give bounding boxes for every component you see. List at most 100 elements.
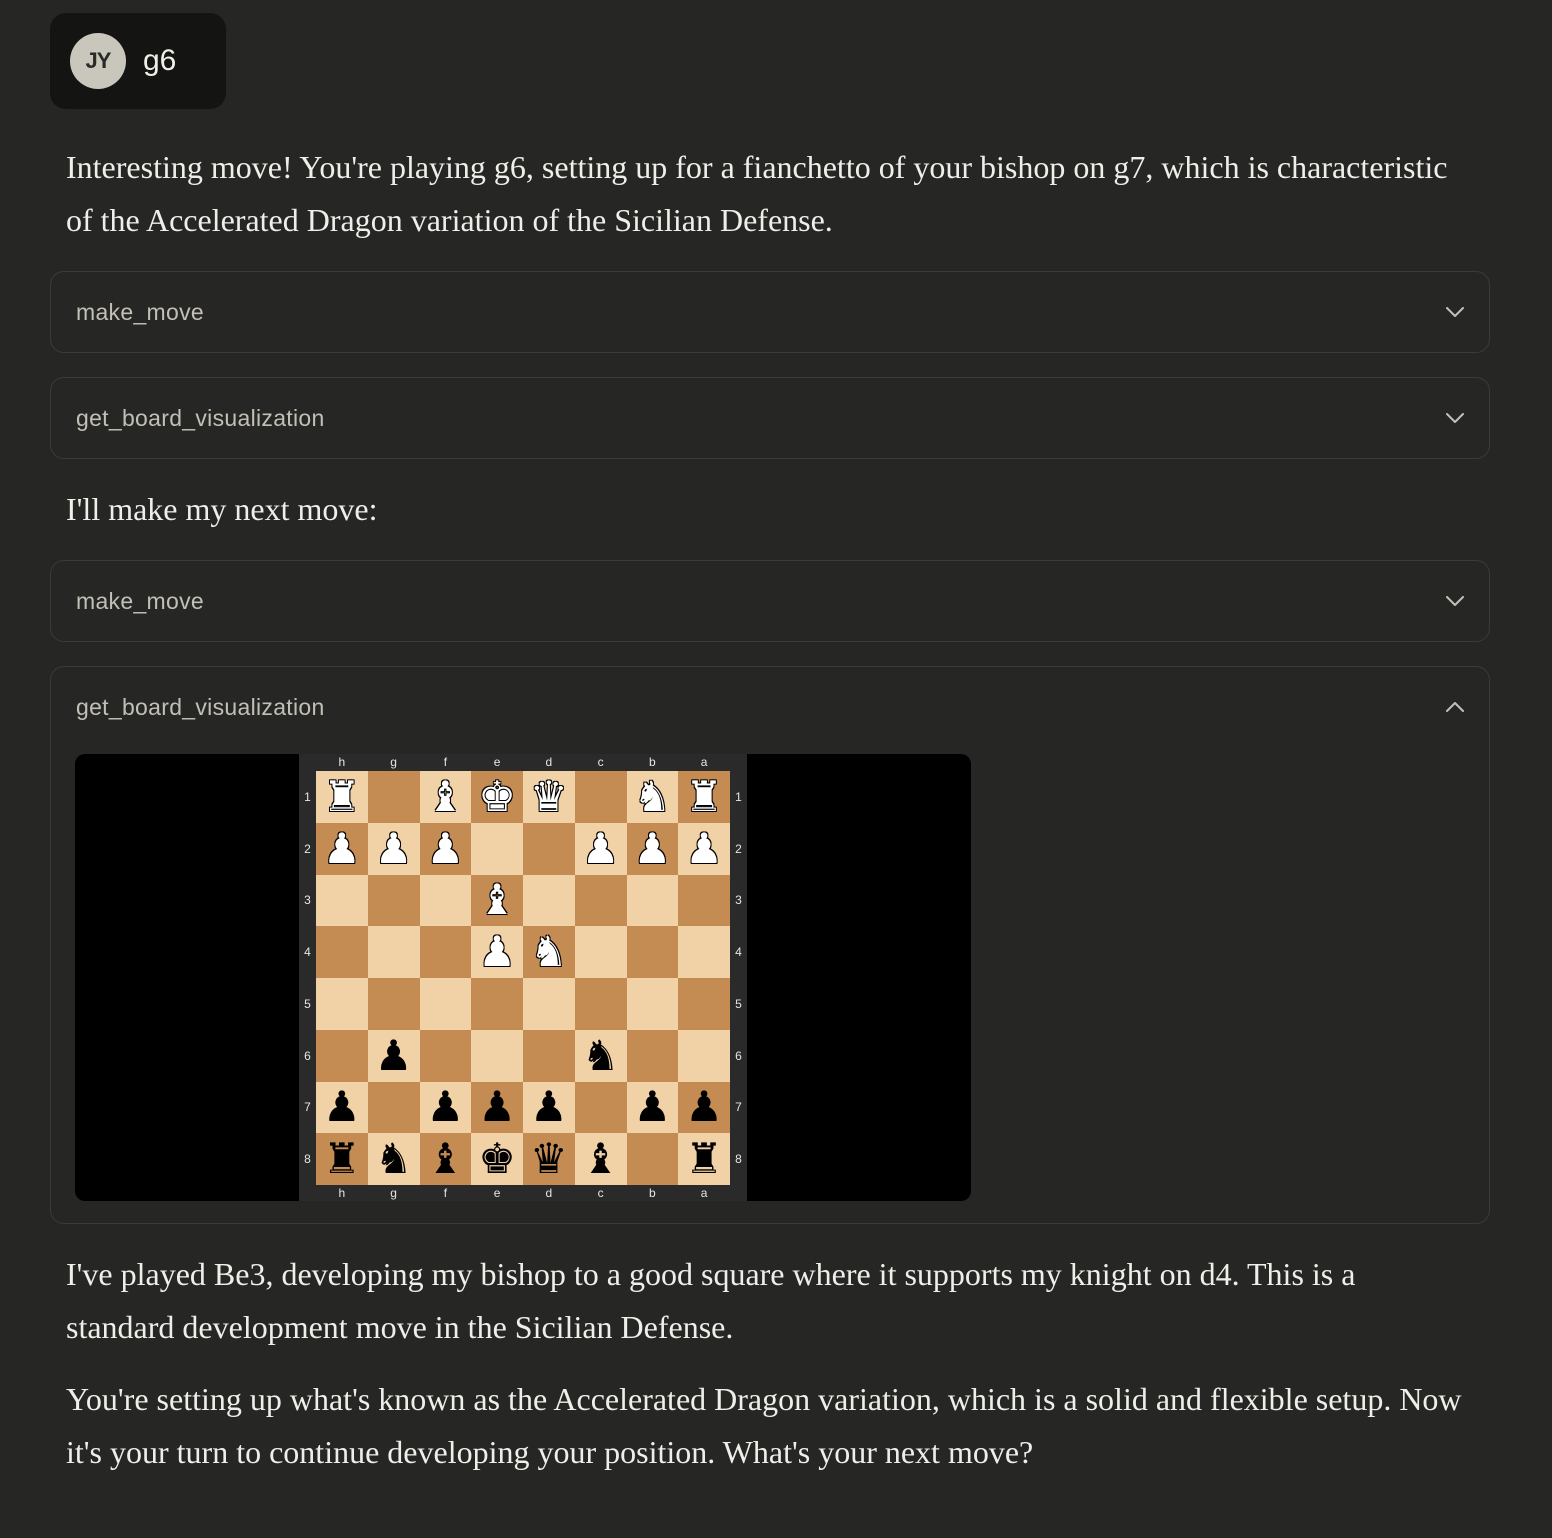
rank-label: 4 (304, 945, 311, 960)
black-pawn-icon: ♟ (478, 1082, 516, 1132)
square-g4 (367, 926, 420, 978)
black-pawn-icon: ♟ (426, 1082, 465, 1132)
square-c4 (574, 926, 627, 978)
square-c8: ♝ (574, 1133, 627, 1185)
square-a7: ♟ (678, 1081, 730, 1134)
black-king-icon: ♚ (478, 1134, 516, 1184)
file-label: e (493, 1186, 501, 1200)
square-a4 (678, 926, 730, 978)
rank-label: 1 (304, 789, 311, 804)
black-queen-icon: ♛ (530, 1134, 568, 1184)
chevron-down-icon[interactable] (1445, 591, 1465, 611)
black-knight-icon: ♞ (374, 1134, 413, 1184)
tool-call-header[interactable]: get_board_visualization (51, 378, 1489, 458)
black-pawn-icon: ♟ (374, 1030, 413, 1080)
assistant-after-text-1: I've played Be3, developing my bishop to… (66, 1256, 1356, 1345)
square-e1: ♚ (471, 771, 523, 823)
tool-call-header[interactable]: get_board_visualization (51, 667, 1489, 747)
white-rook-icon: ♜ (323, 771, 361, 821)
file-label: b (649, 1186, 656, 1200)
square-d1: ♛ (523, 771, 575, 823)
square-d3 (523, 874, 575, 927)
tool-call-get-board-visualization-1: get_board_visualization (50, 377, 1490, 459)
rank-label: 1 (735, 789, 742, 804)
square-h4 (316, 926, 368, 978)
square-g1 (367, 771, 420, 823)
white-pawn-icon: ♟ (633, 823, 672, 873)
chevron-down-icon[interactable] (1445, 408, 1465, 428)
black-pawn-icon: ♟ (685, 1082, 723, 1132)
white-bishop-icon: ♝ (426, 771, 465, 821)
file-label: a (700, 755, 708, 769)
square-d5 (523, 978, 575, 1030)
square-h3 (316, 874, 368, 927)
square-e4: ♟ (471, 926, 523, 978)
file-label: e (493, 755, 501, 769)
chess-board-frame: h g f e d c b a h g f e d c b a 1 2 3 4 5 6 7 8 1 2 3 4 5 6 7 8 ♜ ♝ ♚ ♛… (299, 754, 747, 1201)
square-b6 (626, 1029, 679, 1082)
square-h8: ♜ (316, 1133, 368, 1185)
rank-label: 6 (735, 1048, 742, 1063)
white-rook-icon: ♜ (685, 771, 723, 821)
square-c6: ♞ (574, 1029, 627, 1082)
rank-label: 5 (735, 996, 742, 1011)
square-d2 (523, 822, 575, 875)
square-b3 (626, 874, 679, 927)
white-pawn-icon: ♟ (426, 823, 465, 873)
tool-call-make-move-1: make_move (50, 271, 1490, 353)
square-g3 (367, 874, 420, 927)
rank-label: 8 (735, 1152, 742, 1167)
assistant-intro-text: Interesting move! You're playing g6, set… (66, 149, 1448, 238)
file-label: b (649, 755, 656, 769)
black-bishop-icon: ♝ (426, 1134, 465, 1184)
user-message: JY g6 (50, 13, 226, 109)
chevron-up-icon[interactable] (1445, 697, 1465, 717)
square-c7 (574, 1081, 627, 1134)
black-rook-icon: ♜ (685, 1134, 723, 1184)
square-e6 (471, 1029, 523, 1082)
square-f3 (419, 874, 472, 927)
square-h7: ♟ (316, 1081, 368, 1134)
square-f7: ♟ (419, 1081, 472, 1134)
tool-call-header[interactable]: make_move (51, 272, 1489, 352)
file-label: d (545, 1186, 553, 1200)
white-bishop-icon: ♝ (478, 875, 516, 925)
file-label: a (700, 1186, 708, 1200)
square-f8: ♝ (419, 1133, 472, 1185)
avatar[interactable]: JY (70, 33, 126, 89)
tool-name: get_board_visualization (76, 404, 325, 431)
rank-label: 5 (304, 996, 311, 1011)
file-labels-bottom: hgfedcba (316, 1185, 730, 1201)
white-queen-icon: ♛ (530, 771, 568, 821)
square-b4 (626, 926, 679, 978)
square-d7: ♟ (523, 1081, 575, 1134)
chevron-down-icon[interactable] (1445, 302, 1465, 322)
rank-labels-right: 1 2 3 4 5 6 7 8 (730, 771, 747, 1185)
white-knight-icon: ♞ (633, 771, 672, 821)
file-label: d (545, 755, 553, 769)
square-b8 (626, 1133, 679, 1185)
rank-label: 8 (304, 1152, 311, 1167)
rank-label: 3 (304, 893, 311, 908)
rank-labels-left: 1 2 3 4 5 6 7 8 (299, 771, 316, 1185)
tool-name: make_move (76, 298, 204, 325)
square-c2: ♟ (574, 822, 627, 875)
white-knight-icon: ♞ (530, 927, 568, 977)
square-h5 (316, 978, 368, 1030)
assistant-after-text-2: You're setting up what's known as the Ac… (66, 1381, 1462, 1470)
black-bishop-icon: ♝ (581, 1134, 620, 1184)
black-rook-icon: ♜ (323, 1134, 361, 1184)
square-c1 (574, 771, 627, 823)
white-pawn-icon: ♟ (374, 823, 413, 873)
square-f6 (419, 1029, 472, 1082)
rank-label: 7 (735, 1100, 742, 1115)
file-label: g (390, 1186, 397, 1200)
square-a5 (678, 978, 730, 1030)
white-pawn-icon: ♟ (323, 823, 361, 873)
tool-call-header[interactable]: make_move (51, 561, 1489, 641)
square-g7 (367, 1081, 420, 1134)
black-pawn-icon: ♟ (323, 1082, 361, 1132)
rank-label: 2 (304, 841, 311, 856)
square-d8: ♛ (523, 1133, 575, 1185)
black-pawn-icon: ♟ (530, 1082, 568, 1132)
